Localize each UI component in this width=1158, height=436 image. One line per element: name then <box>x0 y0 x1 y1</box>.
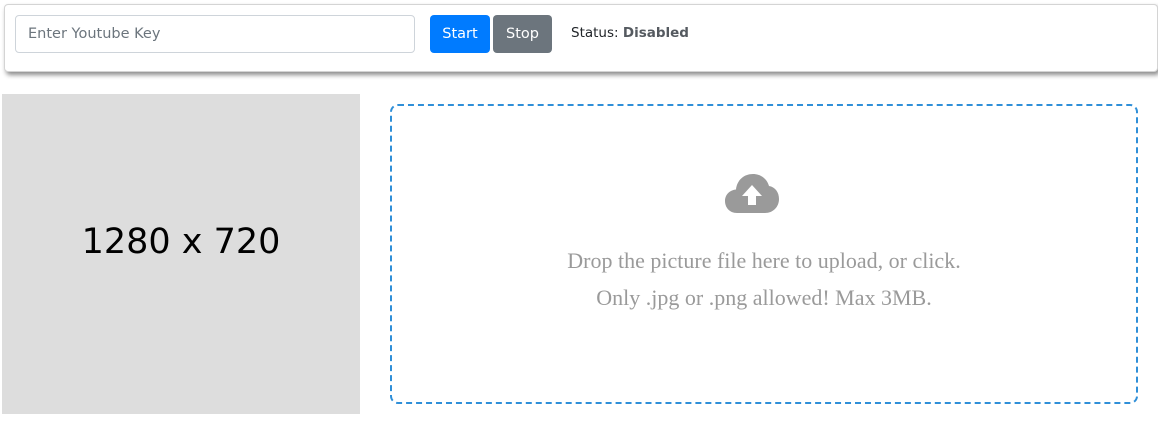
dropzone-instruction: Drop the picture file here to upload, or… <box>567 248 961 273</box>
start-button[interactable]: Start <box>430 15 490 53</box>
status-value: Disabled <box>622 25 689 41</box>
dropzone-constraints: Only .jpg or .png allowed! Max 3MB. <box>596 285 932 310</box>
status-indicator: Status: Disabled <box>571 25 689 41</box>
picture-dropzone[interactable]: Drop the picture file here to upload, or… <box>390 104 1138 404</box>
stop-button[interactable]: Stop <box>493 15 552 53</box>
status-label: Status: <box>571 25 619 41</box>
youtube-key-input[interactable] <box>15 15 415 53</box>
video-preview-placeholder: 1280 x 720 <box>2 94 360 414</box>
stream-toolbar: Start Stop Status: Disabled <box>4 4 1158 72</box>
cloud-upload-icon <box>725 174 779 213</box>
preview-resolution-text: 1280 x 720 <box>81 222 281 262</box>
